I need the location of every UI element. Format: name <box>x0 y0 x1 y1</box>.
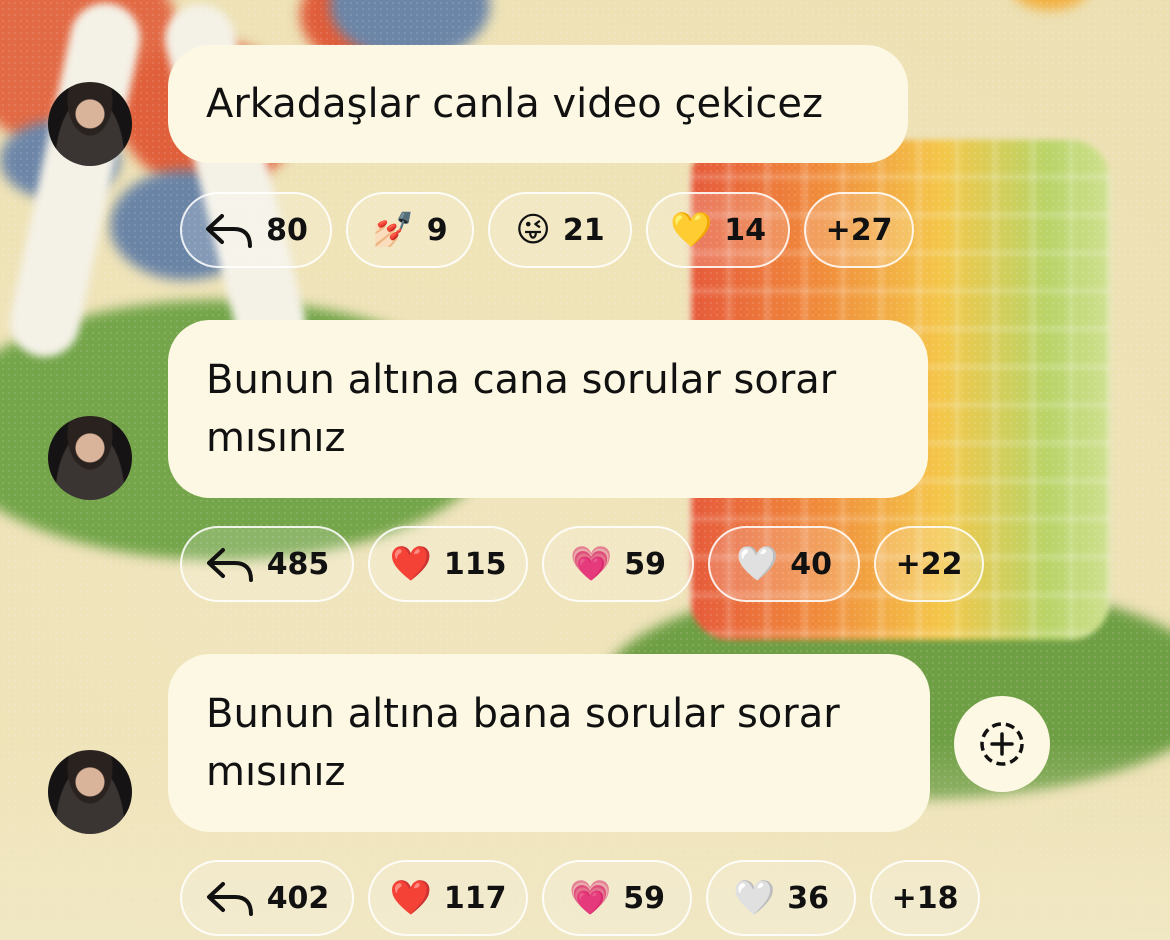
reaction-red-heart[interactable]: ❤️ 117 <box>368 860 528 936</box>
reply-icon <box>206 882 253 916</box>
message-bubble[interactable]: Arkadaşlar canla video çekicez <box>168 45 908 163</box>
reply-count-button[interactable]: 402 <box>180 860 354 936</box>
reaction-count: 59 <box>624 546 667 582</box>
add-reaction-icon <box>980 722 1024 766</box>
avatar[interactable] <box>48 750 132 834</box>
reaction-count: 59 <box>623 880 666 916</box>
reaction-bar: 485 ❤️ 115 💗 59 🤍 40 +22 <box>180 526 984 602</box>
reaction-sparkling-heart[interactable]: 💗 59 <box>542 526 694 602</box>
reaction-count: 36 <box>787 880 830 916</box>
reaction-count: 117 <box>443 880 507 916</box>
reaction-nail-polish[interactable]: 💅🏻 9 <box>346 192 474 268</box>
more-reactions-button[interactable]: +22 <box>874 526 984 602</box>
reply-count: 485 <box>266 546 330 582</box>
message-text-line-2: mısınız <box>206 415 346 461</box>
more-reactions-button[interactable]: +18 <box>870 860 980 936</box>
more-reactions-button[interactable]: +27 <box>804 192 914 268</box>
reaction-white-heart[interactable]: 🤍 36 <box>706 860 856 936</box>
reply-icon <box>206 214 253 248</box>
sparkling-heart-icon: 💗 <box>569 544 613 584</box>
reaction-red-heart[interactable]: ❤️ 115 <box>368 526 528 602</box>
reaction-count: 9 <box>426 212 448 248</box>
reaction-bar: 402 ❤️ 117 💗 59 🤍 36 +18 <box>180 860 980 936</box>
message-bubble[interactable]: Bunun altına bana sorular sorar mısınız <box>168 654 930 832</box>
avatar[interactable] <box>48 82 132 166</box>
message-text: Arkadaşlar canla video çekicez <box>206 81 823 127</box>
white-heart-icon: 🤍 <box>735 544 779 584</box>
reply-count-button[interactable]: 485 <box>180 526 354 602</box>
reaction-white-heart[interactable]: 🤍 40 <box>708 526 860 602</box>
message-text-line-2: mısınız <box>206 749 346 795</box>
sparkling-heart-icon: 💗 <box>568 878 612 918</box>
avatar[interactable] <box>48 416 132 500</box>
reply-icon <box>206 548 253 582</box>
reply-count: 402 <box>266 880 330 916</box>
reaction-count: 115 <box>443 546 507 582</box>
red-heart-icon: ❤️ <box>389 878 432 918</box>
white-heart-icon: 🤍 <box>732 878 776 918</box>
add-reaction-button[interactable] <box>954 696 1050 792</box>
message-text-line-1: Bunun altına bana sorular sorar <box>206 691 840 737</box>
nail-polish-icon: 💅🏻 <box>372 210 415 250</box>
reaction-count: 21 <box>562 212 605 248</box>
winking-tongue-icon: 😜 <box>515 210 551 250</box>
more-reactions-count: +22 <box>895 546 963 582</box>
reaction-count: 40 <box>790 546 833 582</box>
reaction-sparkling-heart[interactable]: 💗 59 <box>542 860 692 936</box>
reply-count: 80 <box>266 212 308 248</box>
reaction-yellow-heart[interactable]: 💛 14 <box>646 192 790 268</box>
reaction-winking-tongue[interactable]: 😜 21 <box>488 192 632 268</box>
yellow-heart-icon: 💛 <box>669 210 713 250</box>
red-heart-icon: ❤️ <box>389 544 432 584</box>
message-text-line-1: Bunun altına cana sorular sorar <box>206 357 837 403</box>
reaction-count: 14 <box>724 212 767 248</box>
more-reactions-count: +27 <box>825 212 893 248</box>
message-bubble[interactable]: Bunun altına cana sorular sorar mısınız <box>168 320 928 498</box>
reaction-bar: 80 💅🏻 9 😜 21 💛 14 +27 <box>180 192 914 268</box>
reply-count-button[interactable]: 80 <box>180 192 332 268</box>
more-reactions-count: +18 <box>891 880 959 916</box>
